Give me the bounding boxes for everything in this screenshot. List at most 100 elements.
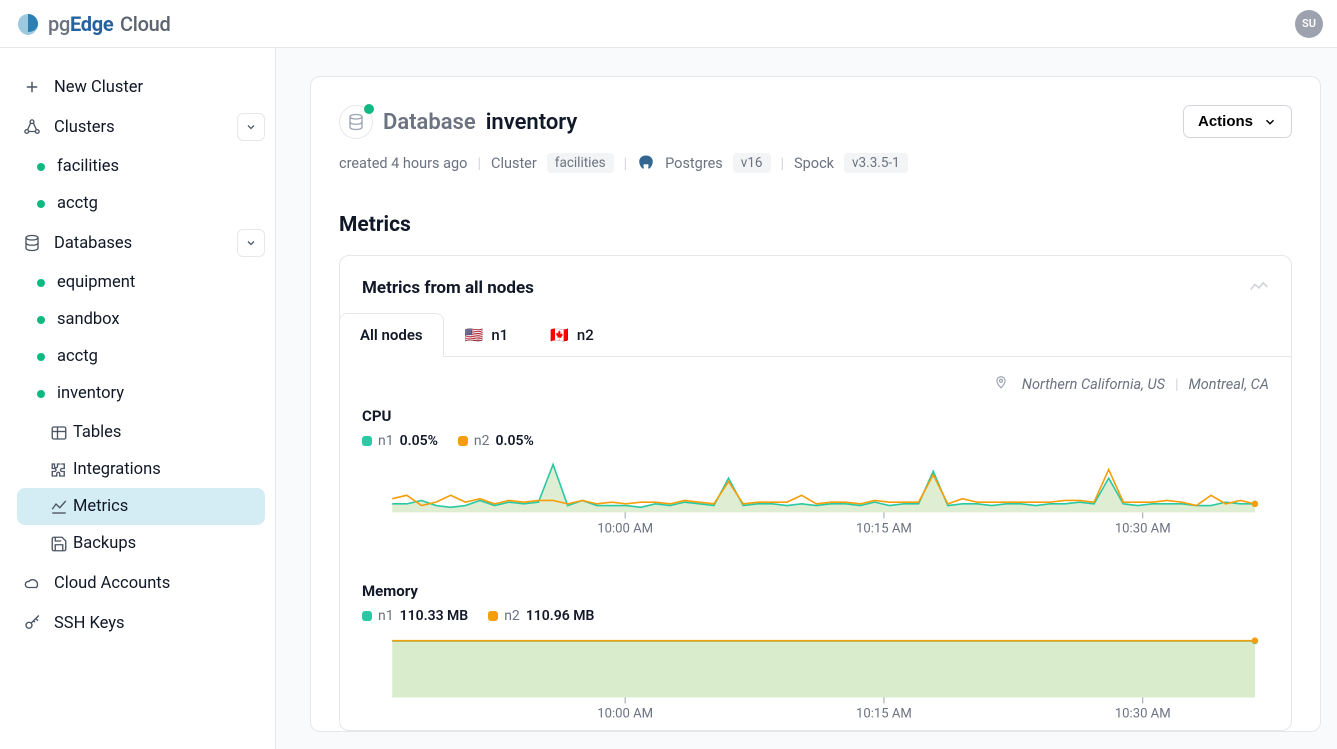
brand-logo[interactable]: pgEdge Cloud xyxy=(14,11,170,37)
logo-mark-icon xyxy=(14,11,42,37)
sidebar-db-acctg[interactable]: acctg xyxy=(17,338,265,375)
sidebar-label: Backups xyxy=(73,534,136,553)
locations-row: Northern California, US | Montreal, CA xyxy=(340,357,1291,401)
legend-n1: n1 110.33 MB xyxy=(362,608,468,624)
sidebar-label: acctg xyxy=(57,194,98,213)
sidebar-label: facilities xyxy=(57,157,119,176)
tab-n1[interactable]: 🇺🇸 n1 xyxy=(444,313,530,357)
created-text: created 4 hours ago xyxy=(339,155,467,172)
sidebar-label: equipment xyxy=(57,273,135,292)
cluster-pill[interactable]: facilities xyxy=(547,153,614,173)
memory-chart[interactable]: 10:00 AM 10:15 AM 10:30 AM xyxy=(362,632,1269,723)
chart-title-cpu: CPU xyxy=(362,407,1269,425)
sidebar-label: inventory xyxy=(57,384,124,403)
sidebar-label: Metrics xyxy=(73,497,128,516)
topbar: pgEdge Cloud SU xyxy=(0,0,1337,48)
svg-text:10:00 AM: 10:00 AM xyxy=(597,522,653,537)
database-icon xyxy=(22,233,42,253)
sidebar-label: Clusters xyxy=(54,118,115,137)
metrics-panel-title: Metrics from all nodes xyxy=(362,278,534,298)
save-icon xyxy=(49,534,69,554)
status-dot-icon xyxy=(37,200,45,208)
cloud-icon xyxy=(22,573,42,593)
sidebar-item-ssh-keys[interactable]: SSH Keys xyxy=(12,604,265,642)
tab-label: All nodes xyxy=(360,326,423,344)
status-dot-icon xyxy=(37,390,45,398)
legend-n2: n2 110.96 MB xyxy=(488,608,594,624)
sidebar-item-databases[interactable]: Databases xyxy=(12,224,231,262)
chevron-down-icon xyxy=(1263,115,1277,129)
sidebar: New Cluster Clusters facilities xyxy=(0,48,276,749)
postgres-version-pill: v16 xyxy=(733,153,771,173)
chevron-down-icon xyxy=(245,237,257,249)
svg-text:10:15 AM: 10:15 AM xyxy=(856,706,912,721)
node-tabs: All nodes 🇺🇸 n1 🇨🇦 n2 xyxy=(340,312,1291,357)
expander-clusters[interactable] xyxy=(237,113,265,141)
svg-text:10:00 AM: 10:00 AM xyxy=(597,706,653,721)
swatch-n1-icon xyxy=(362,611,372,621)
sidebar-cluster-facilities[interactable]: facilities xyxy=(17,148,265,185)
sidebar-item-new-cluster[interactable]: New Cluster xyxy=(12,68,265,106)
database-card: Database inventory created 4 hours ago |… xyxy=(310,76,1321,732)
sidebar-label: sandbox xyxy=(57,310,120,329)
actions-button[interactable]: Actions xyxy=(1183,105,1292,138)
sidebar-label: SSH Keys xyxy=(54,614,125,633)
sidebar-label: New Cluster xyxy=(54,78,143,97)
sparkline-icon[interactable] xyxy=(1249,279,1269,298)
sidebar-label: acctg xyxy=(57,347,98,366)
svg-text:10:30 AM: 10:30 AM xyxy=(1115,522,1171,537)
swatch-n2-icon xyxy=(458,436,468,446)
sidebar-item-clusters[interactable]: Clusters xyxy=(12,108,231,146)
svg-text:10:30 AM: 10:30 AM xyxy=(1115,706,1171,721)
cpu-chart[interactable]: 10:00 AM 10:15 AM 10:30 AM xyxy=(362,457,1269,548)
metrics-panel: Metrics from all nodes All nodes 🇺🇸 n1 xyxy=(339,255,1292,731)
sidebar-label: Tables xyxy=(73,423,121,442)
table-icon xyxy=(49,423,69,443)
sidebar-db-equipment[interactable]: equipment xyxy=(17,264,265,301)
postgres-icon xyxy=(637,154,655,172)
sidebar-label: Cloud Accounts xyxy=(54,574,170,593)
puzzle-icon xyxy=(49,460,69,480)
sidebar-db-child-metrics[interactable]: Metrics xyxy=(17,488,265,525)
actions-label: Actions xyxy=(1198,113,1253,130)
cluster-label: Cluster xyxy=(491,155,537,172)
postgres-label: Postgres xyxy=(665,155,723,172)
sidebar-label: Databases xyxy=(54,234,132,253)
cpu-chart-block: CPU n1 0.05% n2 0.05% 10:00 AM xyxy=(340,401,1291,556)
title-name: inventory xyxy=(486,110,578,135)
plus-icon xyxy=(22,77,42,97)
sidebar-db-inventory[interactable]: inventory xyxy=(17,375,265,412)
sidebar-db-child-tables[interactable]: Tables xyxy=(17,414,265,451)
status-dot-icon xyxy=(37,353,45,361)
legend-n2: n2 0.05% xyxy=(458,433,534,449)
meta-row: created 4 hours ago | Cluster facilities… xyxy=(339,153,908,173)
tab-label: n2 xyxy=(577,326,594,344)
svg-text:10:15 AM: 10:15 AM xyxy=(856,522,912,537)
database-circle-icon xyxy=(339,105,373,139)
avatar[interactable]: SU xyxy=(1295,10,1323,38)
brand-text: pgEdge Cloud xyxy=(48,12,170,36)
chart-title-memory: Memory xyxy=(362,582,1269,600)
spock-label: Spock xyxy=(794,155,834,172)
sidebar-db-child-backups[interactable]: Backups xyxy=(17,525,265,562)
metrics-icon xyxy=(49,497,69,517)
sidebar-db-sandbox[interactable]: sandbox xyxy=(17,301,265,338)
sidebar-db-child-integrations[interactable]: Integrations xyxy=(17,451,265,488)
location-pin-icon xyxy=(994,375,1008,393)
expander-databases[interactable] xyxy=(237,229,265,257)
swatch-n1-icon xyxy=(362,436,372,446)
memory-legend: n1 110.33 MB n2 110.96 MB xyxy=(362,608,1269,624)
sidebar-item-cloud-accounts[interactable]: Cloud Accounts xyxy=(12,564,265,602)
title-kind: Database xyxy=(383,110,476,135)
clusters-icon xyxy=(22,117,42,137)
sidebar-cluster-acctg[interactable]: acctg xyxy=(17,185,265,222)
tab-label: n1 xyxy=(491,326,508,344)
chevron-down-icon xyxy=(245,121,257,133)
tab-all-nodes[interactable]: All nodes xyxy=(339,313,444,357)
main-content: Database inventory created 4 hours ago |… xyxy=(276,48,1337,749)
section-title-metrics: Metrics xyxy=(339,213,1292,237)
location-2: Montreal, CA xyxy=(1189,376,1270,393)
tab-n2[interactable]: 🇨🇦 n2 xyxy=(529,313,615,357)
status-dot-icon xyxy=(364,104,374,114)
status-dot-icon xyxy=(37,163,45,171)
